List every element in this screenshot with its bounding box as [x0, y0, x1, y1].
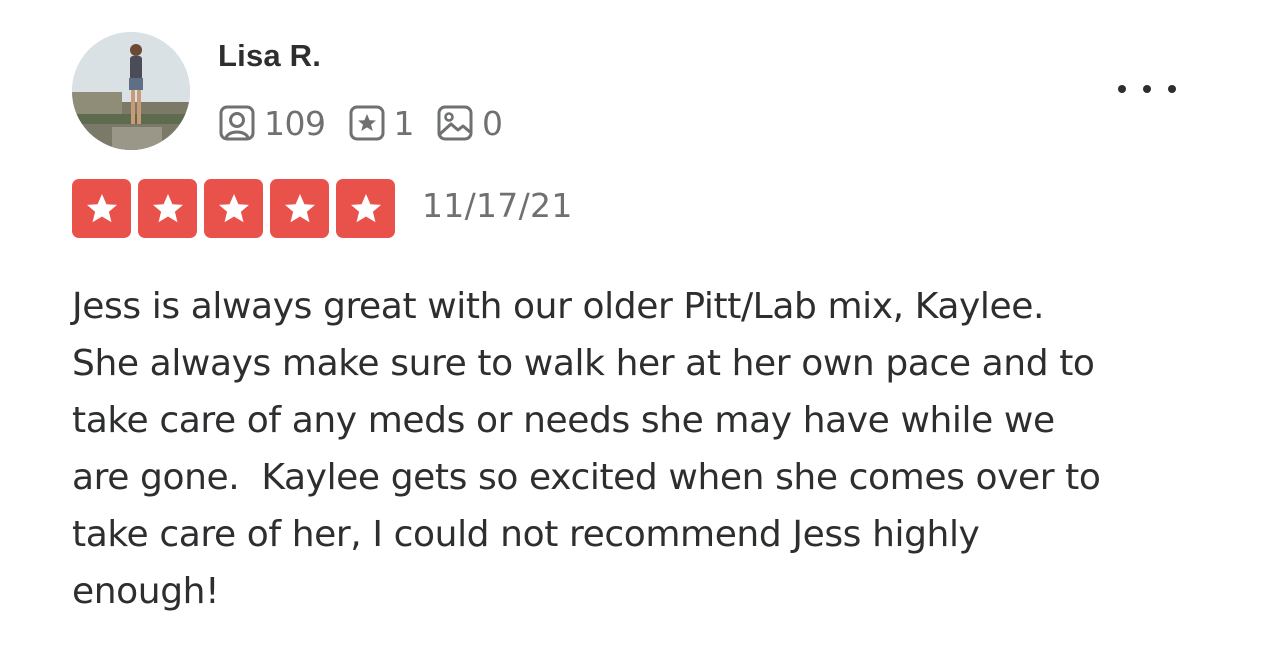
photos-stat: 0 — [436, 104, 503, 143]
more-options-icon — [1168, 85, 1176, 93]
friends-icon — [218, 104, 256, 142]
avatar-photo — [72, 32, 190, 150]
photo-icon — [436, 104, 474, 142]
rating-star — [138, 179, 197, 238]
star-icon — [152, 193, 183, 222]
friends-count: 109 — [264, 103, 326, 143]
star-rating — [72, 179, 402, 238]
review-body: Jess is always great with our older Pitt… — [72, 286, 1101, 612]
star-icon — [284, 193, 315, 222]
reviews-count: 1 — [393, 103, 415, 143]
review-star-icon — [348, 104, 386, 142]
rating-star — [72, 179, 131, 238]
friends-stat: 109 — [218, 104, 326, 143]
more-options-button[interactable] — [1112, 74, 1182, 104]
star-icon — [350, 193, 381, 222]
reviewer-name[interactable]: Lisa R. — [218, 38, 321, 74]
rating-star — [270, 179, 329, 238]
rating-star — [336, 179, 395, 238]
review-card: Lisa R. 109 1 0 11/17/21 Jess is always … — [0, 0, 1284, 649]
photos-count: 0 — [482, 103, 503, 143]
star-icon — [218, 193, 249, 222]
reviews-stat: 1 — [348, 103, 415, 143]
more-options-icon — [1118, 85, 1126, 93]
reviewer-avatar[interactable] — [72, 32, 190, 150]
reviewer-stats: 109 1 0 — [218, 102, 525, 144]
more-options-icon — [1143, 85, 1151, 93]
star-icon — [86, 193, 117, 222]
review-date: 11/17/21 — [422, 186, 573, 225]
rating-star — [204, 179, 263, 238]
